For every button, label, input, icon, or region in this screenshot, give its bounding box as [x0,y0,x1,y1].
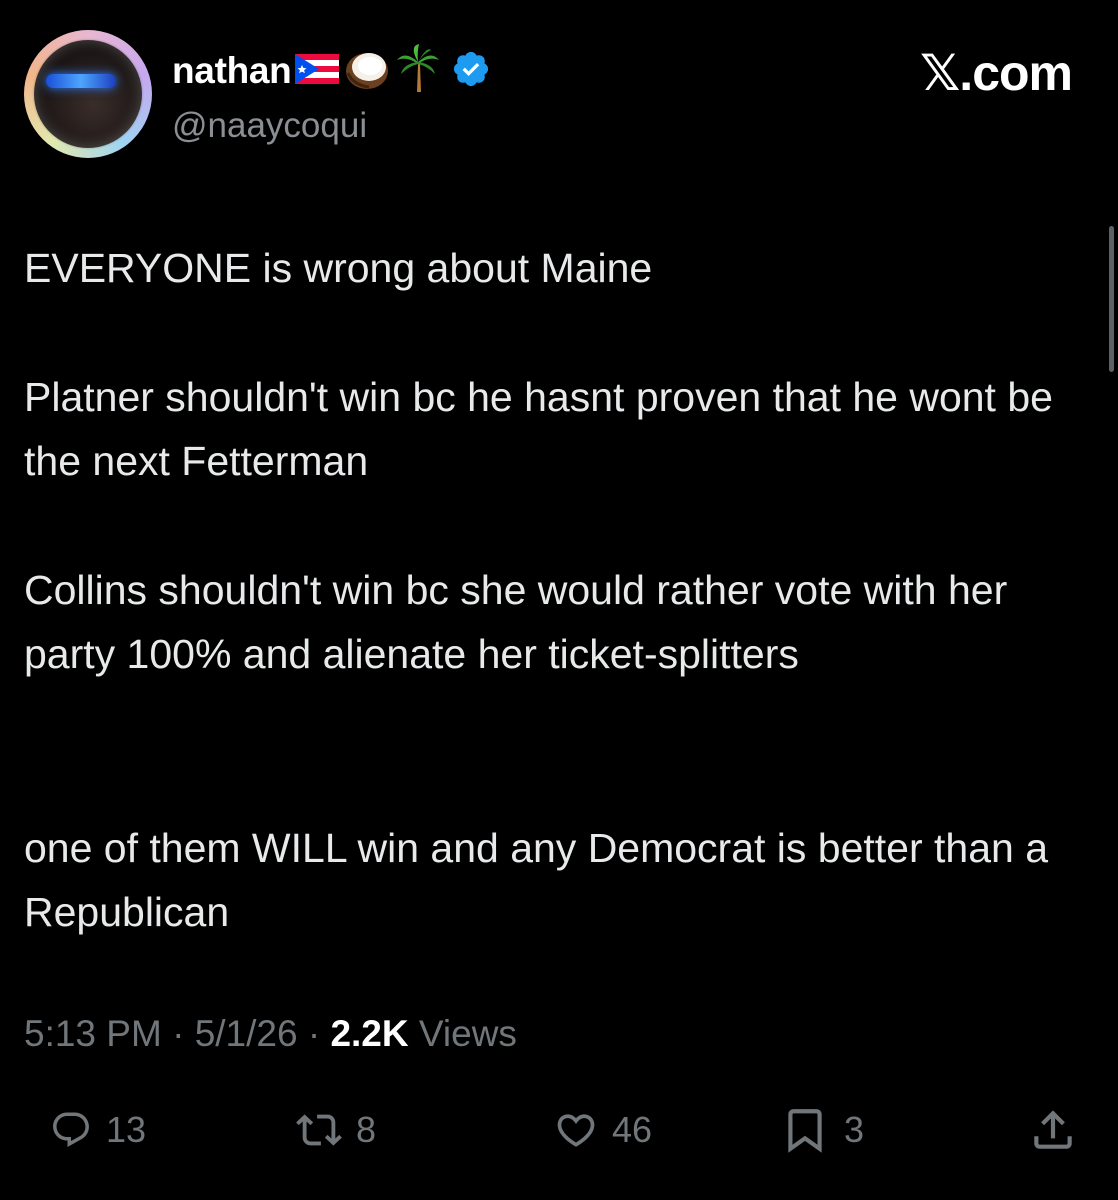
tweet-time[interactable]: 5:13 PM [24,1013,162,1054]
avatar-glow-band [46,74,116,88]
bookmark-button[interactable]: 3 [780,1100,864,1160]
repost-icon [296,1114,342,1146]
tweet-paragraph: Collins shouldn't win bc she would rathe… [24,567,1008,677]
tweet-date[interactable]: 5/1/26 [195,1013,298,1054]
tweet-paragraph: one of them WILL win and any Democrat is… [24,825,1049,935]
like-count: 46 [612,1109,653,1150]
repost-button[interactable]: 8 [296,1100,376,1160]
action-bar: 13 8 46 3 [0,1100,1118,1160]
display-name-row[interactable]: nathan [172,43,491,99]
coconut-icon [343,47,391,96]
display-name[interactable]: nathan [172,50,292,92]
repost-count: 8 [356,1109,377,1150]
like-icon [557,1114,595,1147]
verified-badge-icon[interactable] [451,49,491,94]
user-handle[interactable]: @naaycoqui [172,106,367,146]
tweet-paragraph: Platner shouldn't win bc he hasnt proven… [24,374,1053,484]
tweet-paragraph: EVERYONE is wrong about Maine [24,245,653,291]
meta-separator: · [161,1013,195,1054]
reply-count: 13 [106,1109,147,1150]
bookmark-count: 3 [844,1109,865,1150]
reply-button[interactable]: 13 [50,1100,146,1160]
share-button[interactable] [1028,1100,1078,1160]
palm-tree-icon [395,43,441,99]
puerto-rico-flag-icon [295,53,340,89]
tweet-meta: 5:13 PM · 5/1/26 · 2.2K Views [24,1013,517,1055]
reply-icon [53,1112,89,1147]
bookmark-icon [788,1109,822,1153]
meta-separator: · [297,1013,331,1054]
share-icon [1034,1110,1072,1149]
scrollbar[interactable] [1109,226,1114,372]
avatar-photo [34,40,142,148]
avatar[interactable] [24,30,152,158]
like-button[interactable]: 46 [554,1100,652,1160]
x-com-brand: 𝕏.com [920,45,1073,101]
views-label: Views [408,1013,517,1054]
views-count[interactable]: 2.2K [330,1013,408,1054]
